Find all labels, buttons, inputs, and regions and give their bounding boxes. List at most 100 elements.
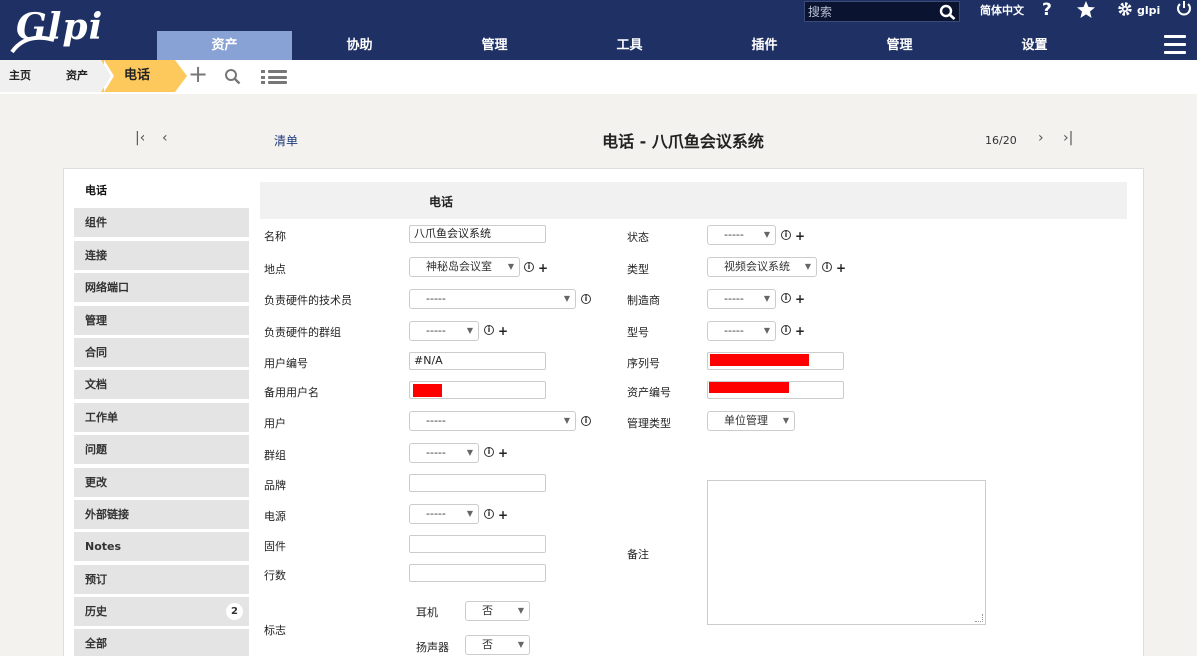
inventory-label: 资产编号 xyxy=(627,386,671,399)
menu-administration[interactable]: 管理 xyxy=(832,31,967,60)
add-icon[interactable]: + xyxy=(498,447,508,459)
type-select[interactable]: 视频会议系统 ▼ xyxy=(707,257,817,277)
tab-tickets[interactable]: 工作单 xyxy=(74,402,249,432)
tab-components[interactable]: 组件 xyxy=(74,208,249,238)
info-icon[interactable]: i xyxy=(484,325,494,335)
speaker-value: 否 xyxy=(482,638,493,651)
tech-value: ----- xyxy=(426,292,446,305)
tab-problems[interactable]: 问题 xyxy=(74,435,249,465)
next-item-icon[interactable]: › xyxy=(1038,130,1044,146)
group-select[interactable]: ----- ▼ xyxy=(409,443,479,463)
power-label: 电源 xyxy=(264,510,286,523)
search-items-icon[interactable] xyxy=(224,68,241,85)
add-icon[interactable]: + xyxy=(795,230,805,242)
first-item-icon[interactable]: |‹ xyxy=(135,130,145,146)
help-icon[interactable]: ? xyxy=(1042,0,1052,20)
tab-notes[interactable]: Notes xyxy=(74,532,249,562)
add-icon[interactable]: + xyxy=(795,325,805,337)
list-view-icon[interactable] xyxy=(261,69,287,85)
menu-assets[interactable]: 资产 xyxy=(157,31,292,60)
info-icon[interactable]: i xyxy=(781,325,791,335)
manufacturer-label: 制造商 xyxy=(627,294,660,307)
menu-management[interactable]: 管理 xyxy=(427,31,562,60)
info-icon[interactable]: i xyxy=(581,294,591,304)
brand-input[interactable] xyxy=(409,474,546,492)
management-type-label: 管理类型 xyxy=(627,417,671,430)
tab-reservations[interactable]: 预订 xyxy=(74,564,249,594)
add-icon[interactable]: + xyxy=(795,293,805,305)
speaker-select[interactable]: 否 ▼ xyxy=(465,635,530,655)
info-icon[interactable]: i xyxy=(484,447,494,457)
tech-select[interactable]: ----- ▼ xyxy=(409,289,576,309)
tab-changes[interactable]: 更改 xyxy=(74,467,249,497)
headset-select[interactable]: 否 ▼ xyxy=(465,601,530,621)
last-item-icon[interactable]: ›| xyxy=(1063,130,1073,146)
tab-history[interactable]: 历史 2 xyxy=(74,597,249,627)
chevron-down-icon: ▼ xyxy=(763,326,770,335)
add-icon[interactable]: + xyxy=(836,262,846,274)
breadcrumb-arrow xyxy=(175,60,187,92)
star-icon[interactable] xyxy=(1077,1,1095,18)
gear-icon[interactable] xyxy=(1117,1,1133,17)
info-icon[interactable]: i xyxy=(822,262,832,272)
management-type-value: 单位管理 xyxy=(724,414,768,427)
user-select[interactable]: ----- ▼ xyxy=(409,411,576,431)
add-icon[interactable]: + xyxy=(498,325,508,337)
management-type-select[interactable]: 单位管理 ▼ xyxy=(707,411,795,431)
tab-all[interactable]: 全部 xyxy=(74,629,249,656)
previous-item-icon[interactable]: ‹ xyxy=(162,130,168,146)
type-label: 类型 xyxy=(627,263,649,276)
tech-group-select[interactable]: ----- ▼ xyxy=(409,321,479,341)
hamburger-menu-icon[interactable] xyxy=(1164,35,1186,55)
menu-tools[interactable]: 工具 xyxy=(562,31,697,60)
tab-phone[interactable]: 电话 xyxy=(74,176,249,205)
tab-network-ports[interactable]: 网络端口 xyxy=(74,273,249,303)
tab-contracts[interactable]: 合同 xyxy=(74,337,249,367)
manufacturer-select[interactable]: ----- ▼ xyxy=(707,289,776,309)
headset-value: 否 xyxy=(482,604,493,617)
menu-assistance[interactable]: 协助 xyxy=(292,31,427,60)
info-icon[interactable]: i xyxy=(484,509,494,519)
breadcrumb-home[interactable]: 主页 xyxy=(0,60,46,92)
firmware-input[interactable] xyxy=(409,535,546,553)
list-link[interactable]: 清单 xyxy=(274,132,298,149)
power-select[interactable]: ----- ▼ xyxy=(409,504,479,524)
form-header: 电话 xyxy=(260,182,1127,219)
firmware-label: 固件 xyxy=(264,540,286,553)
logout-icon[interactable] xyxy=(1176,0,1192,17)
language-link[interactable]: 简体中文 xyxy=(980,2,1024,18)
add-icon[interactable]: + xyxy=(188,62,208,86)
status-value: ----- xyxy=(724,228,744,241)
search-input[interactable] xyxy=(805,2,935,21)
comment-textarea[interactable] xyxy=(707,480,986,625)
redacted-block xyxy=(710,354,809,366)
user-label: 用户 xyxy=(264,417,286,430)
info-icon[interactable]: i xyxy=(781,293,791,303)
info-icon[interactable]: i xyxy=(524,262,534,272)
info-icon[interactable]: i xyxy=(781,230,791,240)
chevron-down-icon: ▼ xyxy=(517,640,524,649)
status-label: 状态 xyxy=(627,231,649,244)
add-icon[interactable]: + xyxy=(498,509,508,521)
name-label: 名称 xyxy=(264,230,286,243)
tab-documents[interactable]: 文档 xyxy=(74,370,249,400)
info-icon[interactable]: i xyxy=(581,416,591,426)
location-select[interactable]: 神秘岛会议室 ▼ xyxy=(409,257,520,277)
glpi-logo[interactable]: Glpi xyxy=(6,2,102,54)
tab-management[interactable]: 管理 xyxy=(74,305,249,335)
tab-external-links[interactable]: 外部链接 xyxy=(74,499,249,529)
status-select[interactable]: ----- ▼ xyxy=(707,225,776,245)
menu-setup[interactable]: 设置 xyxy=(967,31,1102,60)
lines-input[interactable] xyxy=(409,564,546,582)
name-input[interactable]: 八爪鱼会议系统 xyxy=(409,225,546,243)
add-icon[interactable]: + xyxy=(538,262,548,274)
model-select[interactable]: ----- ▼ xyxy=(707,321,776,341)
tab-connections[interactable]: 连接 xyxy=(74,240,249,270)
user-number-input[interactable]: #N/A xyxy=(409,352,546,370)
search-icon[interactable] xyxy=(939,4,956,20)
user-name[interactable]: glpi xyxy=(1137,4,1160,17)
resize-handle[interactable] xyxy=(975,614,983,622)
item-navigation: |‹ ‹ 清单 电话 - 八爪鱼会议系统 16/20 › ›| xyxy=(0,124,1197,154)
menu-plugins[interactable]: 插件 xyxy=(697,31,832,60)
chevron-down-icon: ▼ xyxy=(517,606,524,615)
